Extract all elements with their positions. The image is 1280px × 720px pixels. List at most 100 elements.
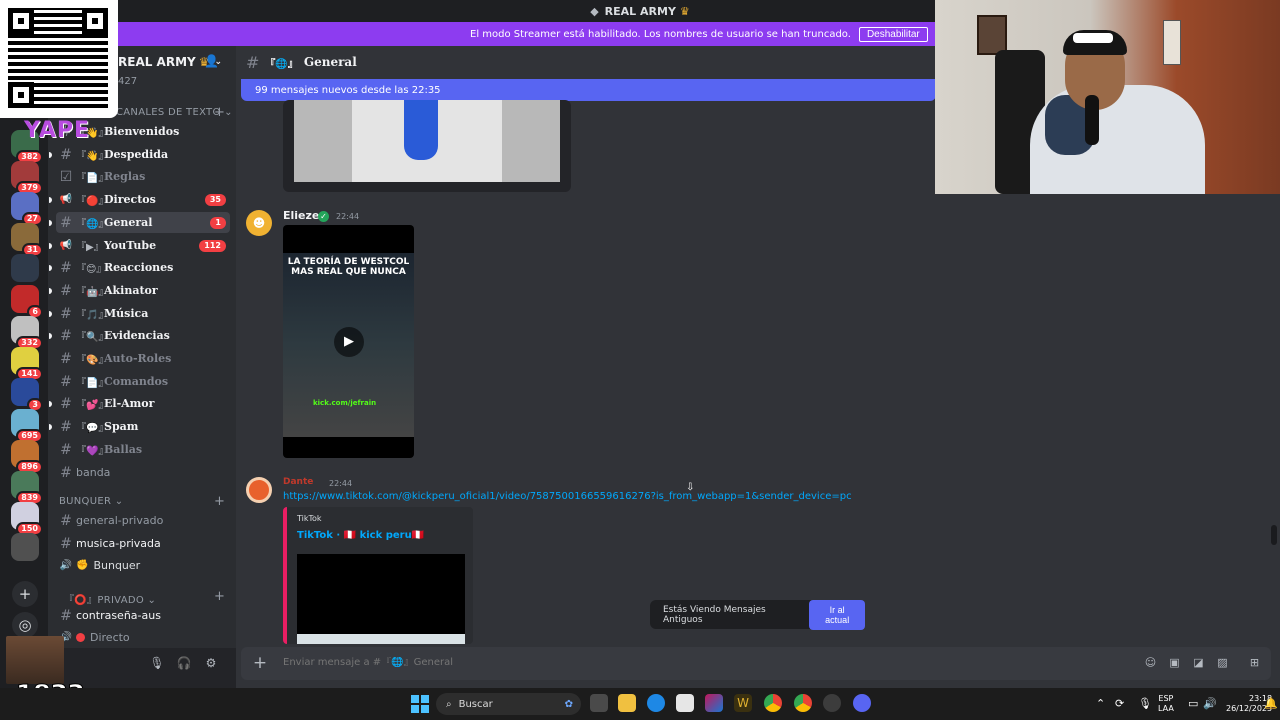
message-author[interactable]: Dante	[283, 477, 313, 487]
discord-icon[interactable]	[853, 694, 871, 712]
settings-gear-icon[interactable]: ⚙	[203, 656, 219, 672]
embed-title[interactable]: TikTok · 🇵🇪 kick peru🇵🇪	[297, 530, 424, 541]
notification-icon[interactable]: 🔔	[1264, 697, 1278, 710]
gift-icon[interactable]: ☺	[1143, 656, 1158, 671]
channel-emoji: 『🎨』	[76, 355, 109, 366]
server-icon[interactable]: 332	[11, 316, 43, 350]
server-icon[interactable]: 379	[11, 161, 43, 195]
channel-música[interactable]: # 『🎵』 Música	[56, 303, 230, 324]
mention-badge: 35	[204, 193, 226, 206]
add-member-icon[interactable]: 👤	[204, 54, 220, 70]
volume-icon[interactable]: 🔊	[1203, 697, 1217, 710]
network-icon[interactable]: ▭	[1188, 697, 1198, 710]
channel-directos[interactable]: 📢 『🔴』 Directos 35	[56, 189, 230, 210]
server-icon[interactable]: 695	[11, 409, 43, 443]
gif-icon[interactable]: ▣	[1167, 656, 1182, 671]
hash-icon: #	[60, 305, 72, 322]
voice-channel-directo[interactable]: 🔊 Directo	[56, 627, 230, 648]
channel-emoji: 『🔍』	[76, 332, 109, 343]
channel-general-privado[interactable]: # general-privado	[56, 510, 230, 531]
store-icon[interactable]	[676, 694, 694, 712]
channel-emoji: 『🤖』	[76, 287, 109, 298]
windows-start-icon[interactable]	[411, 695, 429, 713]
message-link[interactable]: https://www.tiktok.com/@kickperu_oficial…	[283, 491, 852, 502]
channel-musica-privada[interactable]: # musica-privada	[56, 533, 230, 554]
apps-icon[interactable]: ⊞	[1247, 656, 1262, 671]
scrollbar-thumb[interactable]	[1271, 525, 1277, 545]
rules-icon: ☑	[59, 168, 73, 185]
add-channel-icon[interactable]: +	[214, 494, 225, 509]
server-icon[interactable]: 141	[11, 347, 43, 381]
server-icon[interactable]: 896	[11, 440, 43, 474]
chrome-icon[interactable]	[764, 694, 782, 712]
explore-compass-icon[interactable]: ◎	[12, 612, 38, 638]
edge-icon[interactable]	[647, 694, 665, 712]
channel-akinator[interactable]: # 『🤖』 Akinator	[56, 280, 230, 301]
file-explorer-icon[interactable]	[618, 694, 636, 712]
language-indicator[interactable]: ESP LAA	[1158, 694, 1174, 714]
channel-reglas[interactable]: ☑ 『📄』 Reglas	[56, 166, 230, 187]
emoji-icon[interactable]: ▨	[1215, 656, 1230, 671]
channel-el-amor[interactable]: # 『💕』 El-Amor	[56, 393, 230, 414]
channel-name: Akinator	[104, 284, 158, 297]
image-attachment[interactable]	[283, 100, 571, 192]
copilot-icon[interactable]	[705, 694, 723, 712]
channel-spam[interactable]: # 『💬』 Spam	[56, 416, 230, 437]
video-attachment[interactable]: LA TEORÍA DE WESTCOL MAS REAL QUE NUNCA …	[283, 225, 414, 458]
guild-name: REAL ARMY	[118, 55, 196, 69]
avatar[interactable]	[246, 477, 272, 503]
category-bunquer[interactable]: BUNQUER ⌄	[59, 496, 123, 507]
category-privado[interactable]: 『⭕』PRIVADO ⌄	[64, 591, 156, 606]
task-view-icon[interactable]	[590, 694, 608, 712]
taskbar-search[interactable]: ⌕ Buscar ✿	[436, 693, 581, 715]
jump-to-present-button[interactable]: Ir al actual	[809, 599, 865, 630]
wall-picture	[977, 15, 1007, 55]
sync-icon[interactable]: ⟳	[1115, 697, 1124, 710]
channel-auto-roles[interactable]: # 『🎨』 Auto-Roles	[56, 348, 230, 369]
fist-icon: ✊	[76, 560, 89, 571]
server-icon[interactable]: 6	[11, 285, 43, 319]
sticker-icon[interactable]: ◪	[1191, 656, 1206, 671]
channel-banda[interactable]: # banda	[56, 462, 230, 483]
disable-streamer-button[interactable]: Deshabilitar	[858, 26, 928, 42]
channel-emoji: 『🔴』	[76, 196, 109, 207]
server-icon[interactable]: 839	[11, 471, 43, 505]
channel-ballas[interactable]: # 『💜』 Ballas	[56, 439, 230, 460]
server-icon[interactable]: 3	[11, 378, 43, 412]
avatar[interactable]: ☻	[246, 210, 272, 236]
new-messages-bar[interactable]: 99 mensajes nuevos desde las 22:35	[241, 79, 936, 101]
channel-comandos[interactable]: # 『📄』 Comandos	[56, 371, 230, 392]
channel-emoji: 『💬』	[76, 423, 109, 434]
channel-reacciones[interactable]: # 『😊』 Reacciones	[56, 257, 230, 278]
add-channel-icon[interactable]: +	[214, 589, 225, 604]
channel-general[interactable]: # 『🌐』 General 1	[56, 212, 230, 233]
server-icon[interactable]	[11, 254, 39, 282]
server-icon[interactable]: 31	[11, 223, 43, 257]
add-attachment-icon[interactable]: +	[250, 653, 270, 673]
chrome-profile-icon[interactable]	[794, 694, 812, 712]
obs-icon[interactable]	[823, 694, 841, 712]
voice-channel-bunquer[interactable]: 🔊 ✊ Bunquer	[56, 555, 230, 576]
channel-despedida[interactable]: # 『👋』 Despedida	[56, 144, 230, 165]
chevron-up-icon[interactable]: ⌃	[1096, 697, 1105, 710]
hash-icon: #	[60, 327, 72, 344]
add-channel-icon[interactable]: +	[214, 105, 225, 120]
red-dot-icon	[76, 633, 85, 642]
play-icon[interactable]: ▶	[334, 327, 364, 357]
microphone-icon[interactable]: 🎙	[1138, 697, 1152, 710]
server-icon[interactable]: 150	[11, 502, 43, 536]
headphones-icon[interactable]: 🎧	[176, 656, 192, 672]
channel-evidencias[interactable]: # 『🔍』 Evidencias	[56, 325, 230, 346]
discord-logo-icon: ☻	[252, 216, 266, 230]
channel-contrasena-aus[interactable]: # contraseña-aus	[56, 605, 230, 626]
game-launcher-icon[interactable]: W	[734, 694, 752, 712]
server-icon[interactable]	[11, 533, 39, 561]
message-input[interactable]	[283, 657, 883, 668]
server-icon[interactable]: 27	[11, 192, 43, 226]
guild-diamond-icon: ◆	[590, 4, 599, 18]
channel-youtube[interactable]: 📢 『▶』 YouTube 112	[56, 235, 230, 256]
embed-video[interactable]	[297, 554, 465, 644]
mention-badge: 112	[199, 239, 226, 252]
microphone-icon[interactable]: 🎙	[149, 656, 165, 672]
add-server-icon[interactable]: +	[12, 581, 38, 607]
